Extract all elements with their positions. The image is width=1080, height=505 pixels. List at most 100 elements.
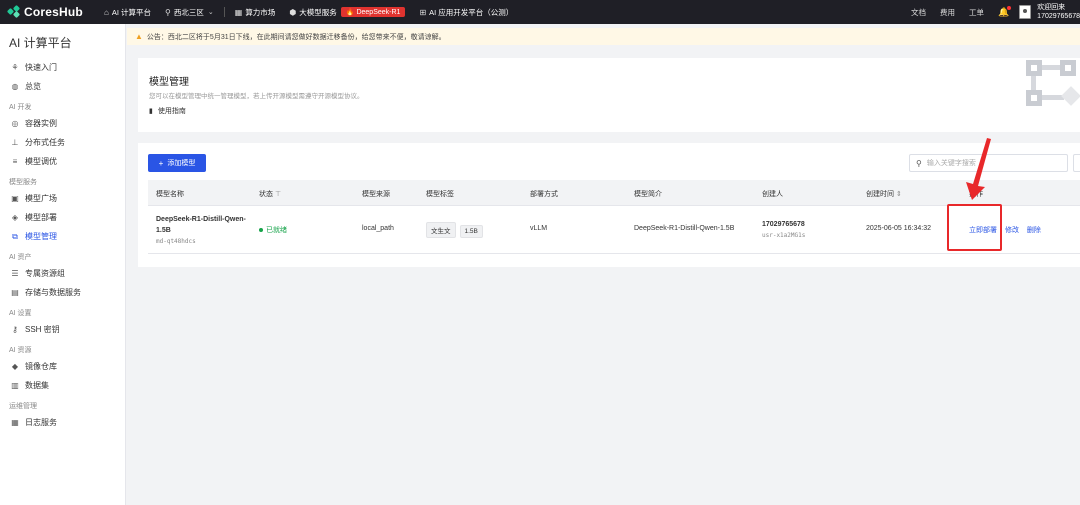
sidebar-item-storage[interactable]: ▤ 存储与数据服务 [0, 283, 125, 302]
col-intro: 模型简介 [634, 191, 662, 198]
top-right-nav: 文档 费用 工单 🔔 欢迎回来 17029765678 [911, 0, 1080, 24]
nav-region-select[interactable]: ⚲ 西北三区 ⌄ [165, 7, 214, 18]
search-icon: ⚲ [916, 158, 922, 168]
sort-icon[interactable]: ⇕ [896, 191, 902, 198]
deploy-icon: ◈ [11, 213, 19, 222]
delete-button[interactable]: 删除 [1027, 227, 1041, 234]
cell-tags: 文生文 1.5B [426, 222, 487, 238]
warning-icon: ▲ [135, 32, 143, 41]
status-text: 已就绪 [266, 227, 287, 234]
user-id: 17029765678 [1037, 13, 1080, 20]
nav-app-platform[interactable]: ⊞ AI 应用开发平台（公测） [419, 7, 513, 18]
tag-chip: 文生文 [426, 222, 456, 238]
announcement-banner: ▲ 公告：西北二区将于5月31日下线，在此期间请您做好数据迁移备份，给您带来不便… [127, 28, 1080, 45]
cell-source: local_path [362, 225, 394, 232]
location-icon: ⚲ [165, 7, 171, 17]
col-tags: 模型标签 [426, 191, 454, 198]
edit-button[interactable]: 修改 [1005, 227, 1019, 234]
sidebar-item-label: 镜像仓库 [25, 362, 57, 371]
org-icon: ⊥ [11, 138, 19, 147]
nav-ai-platform[interactable]: ⌂ AI 计算平台 [104, 7, 151, 18]
sidebar: AI 计算平台 ⚘ 快速入门 ◍ 总览 AI 开发 ◎ 容器实例 ⊥ 分布式任务 ≡ 模型… [0, 24, 126, 505]
col-deploy: 部署方式 [530, 191, 558, 198]
section-model-service: 模型服务 [9, 179, 37, 186]
nav-label: AI 计算平台 [111, 7, 152, 17]
sidebar-item-label: 专属资源组 [25, 269, 65, 278]
avatar[interactable] [1019, 5, 1032, 19]
sidebar-item-label: 数据集 [25, 381, 49, 390]
sidebar-item-label: SSH 密钥 [25, 325, 60, 334]
sidebar-item-quickstart[interactable]: ⚘ 快速入门 [0, 58, 125, 77]
sidebar-item-tuning[interactable]: ≡ 模型调优 [0, 152, 125, 171]
decorative-graphic [1018, 58, 1080, 112]
cube-icon: ▣ [11, 194, 19, 203]
nav-compute-market[interactable]: ▦ 算力市场 [235, 7, 276, 18]
sidebar-item-dataset[interactable]: ▥ 数据集 [0, 376, 125, 395]
col-source: 模型来源 [362, 191, 390, 198]
sidebar-item-label: 快速入门 [25, 63, 57, 72]
cell-creator: 17029765678 usr-x1a2MG1s [762, 219, 805, 241]
sidebar-item-resource-group[interactable]: ☰ 专属资源组 [0, 264, 125, 283]
sidebar-item-model-manage[interactable]: ⧉ 模型管理 [0, 227, 125, 246]
model-name-line2: 1.5B [156, 227, 171, 234]
status-dot [259, 228, 263, 233]
cell-intro: DeepSeek-R1-Distill-Qwen-1.5B [634, 225, 735, 232]
nav-label: 算力市场 [245, 7, 276, 17]
model-list-card: + 添加模型 ⚲ 输入关键字搜索 模型名称 状态 ⊤ 模型来源 模型标签 部署方… [138, 143, 1080, 267]
add-model-label: 添加模型 [167, 160, 196, 167]
nav-label: 大模型服务 [299, 7, 337, 17]
document-icon: ▮ [149, 108, 153, 115]
col-creator: 创建人 [762, 191, 783, 198]
nav-divider [223, 7, 225, 17]
plus-icon: + [158, 158, 164, 168]
notification-dot [1007, 5, 1012, 10]
manage-icon: ⧉ [12, 231, 18, 241]
billing-link[interactable]: 费用 [940, 7, 955, 18]
docs-link[interactable]: 文档 [911, 7, 926, 18]
coreshub-logo[interactable]: CoresHub [0, 4, 104, 19]
sidebar-item-overview[interactable]: ◍ 总览 [0, 77, 125, 96]
user-menu[interactable]: 欢迎回来 17029765678 [1037, 3, 1080, 21]
cell-created-at: 2025-06-05 16:34:32 [866, 225, 931, 232]
col-created-label: 创建时间 [866, 191, 894, 198]
col-status-label: 状态 [259, 191, 273, 198]
model-name-line1: DeepSeek-R1-Distill-Qwen- [156, 216, 246, 223]
tree-icon: ⚘ [11, 63, 19, 72]
add-model-button[interactable]: + 添加模型 [148, 154, 206, 172]
sidebar-item-containers[interactable]: ◎ 容器实例 [0, 114, 125, 133]
col-status[interactable]: 状态 ⊤ [259, 189, 281, 199]
sidebar-item-label: 日志服务 [25, 418, 57, 427]
section-ai-resources: AI 资源 [9, 347, 32, 354]
model-id: md-qt48hdcs [156, 238, 196, 245]
section-ai-assets: AI 资产 [9, 254, 32, 261]
search-input[interactable]: ⚲ 输入关键字搜索 [909, 154, 1068, 172]
log-icon: ▦ [11, 418, 19, 427]
page-description: 您可以在模型管理中统一管理模型，若上传开源模型需遵守开源模型协议。 [149, 93, 364, 100]
sidebar-item-label: 总览 [25, 82, 41, 91]
section-ai-dev: AI 开发 [9, 104, 32, 111]
sidebar-item-logs[interactable]: ▦ 日志服务 [0, 413, 125, 432]
sidebar-item-model-plaza[interactable]: ▣ 模型广场 [0, 189, 125, 208]
ticket-link[interactable]: 工单 [969, 7, 984, 18]
tune-icon: ≡ [12, 157, 18, 166]
bell-icon[interactable]: 🔔 [998, 5, 1012, 18]
chevron-down-icon: ⌄ [207, 9, 214, 16]
sidebar-item-distributed[interactable]: ⊥ 分布式任务 [0, 133, 125, 152]
storage-icon: ▤ [11, 288, 19, 297]
nav-label: 西北三区 [173, 7, 204, 17]
main-nav: ⌂ AI 计算平台 ⚲ 西北三区 ⌄ ▦ 算力市场 ⬢ 大模型服务 🔥 Deep… [104, 0, 527, 24]
sidebar-item-image-repo[interactable]: ◆ 镜像仓库 [0, 357, 125, 376]
page-title: 模型管理 [149, 77, 189, 88]
sidebar-item-model-deploy[interactable]: ◈ 模型部署 [0, 208, 125, 227]
deepseek-badge: 🔥 DeepSeek-R1 [340, 7, 406, 17]
guide-link[interactable]: ▮ 使用指南 [149, 106, 186, 116]
nav-llm-service[interactable]: ⬢ 大模型服务 🔥 DeepSeek-R1 [289, 7, 406, 18]
filter-icon[interactable]: ⊤ [275, 191, 281, 198]
col-created-at[interactable]: 创建时间 ⇕ [866, 189, 902, 199]
cell-deploy: vLLM [530, 225, 548, 232]
refresh-button[interactable] [1073, 154, 1080, 172]
badge-text: DeepSeek-R1 [356, 9, 401, 16]
nav-label: AI 应用开发平台（公测） [429, 7, 514, 17]
sidebar-title: AI 计算平台 [9, 36, 72, 50]
sidebar-item-ssh[interactable]: ⚷ SSH 密钥 [0, 320, 125, 339]
